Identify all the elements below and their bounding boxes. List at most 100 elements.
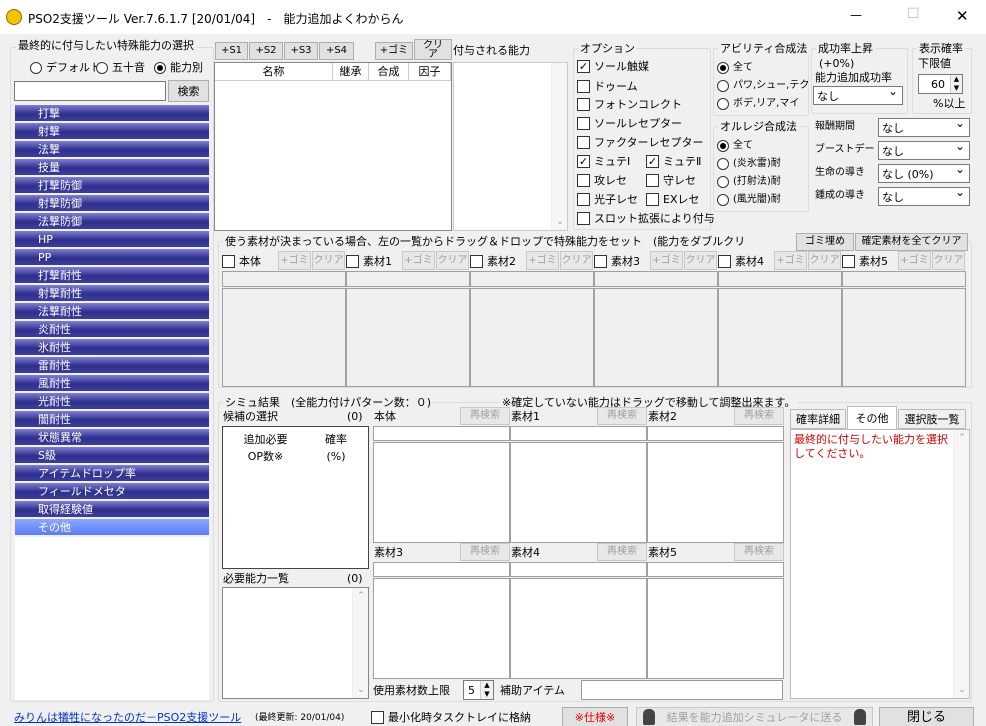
ability-item[interactable]: 氷耐性 bbox=[15, 339, 209, 356]
required-list[interactable]: ⌃ ⌄ bbox=[222, 587, 369, 699]
ability-item[interactable]: 雷耐性 bbox=[15, 357, 209, 374]
material-slot-area[interactable] bbox=[222, 288, 346, 387]
ability-item[interactable]: 法撃 bbox=[15, 141, 209, 158]
granted-ability-list[interactable]: ⌄ bbox=[453, 62, 568, 231]
detail-tab[interactable]: 選択肢一覧 bbox=[898, 409, 966, 429]
sort-ability-radio[interactable]: 能力別 bbox=[154, 61, 203, 74]
synth-radio[interactable]: (風光闇)耐 bbox=[717, 193, 781, 206]
material-slot-area[interactable] bbox=[594, 288, 718, 387]
material-gomi-button[interactable]: +ゴミ bbox=[774, 251, 807, 270]
ability-item[interactable]: 法撃防御 bbox=[15, 213, 209, 230]
option-checkbox[interactable]: スロット拡張により付与 bbox=[577, 212, 715, 225]
ability-item[interactable]: フィールドメセタ bbox=[15, 483, 209, 500]
minimize-button[interactable]: — bbox=[850, 8, 862, 22]
material-slot-checkbox[interactable]: 素材1 bbox=[346, 255, 392, 268]
sort-default-radio[interactable]: デフォルト bbox=[30, 61, 101, 74]
synth-radio[interactable]: パワ,シュー,テク bbox=[717, 79, 809, 92]
material-slot-checkbox[interactable]: 素材2 bbox=[470, 255, 516, 268]
ability-item[interactable]: 風耐性 bbox=[15, 375, 209, 392]
material-slot-area[interactable] bbox=[346, 288, 470, 387]
send-to-simulator-button[interactable]: 結果を能力追加シミュレータに送る bbox=[636, 707, 873, 726]
sim-panel-area[interactable] bbox=[373, 442, 510, 543]
slot-s2-button[interactable]: +S2 bbox=[249, 42, 283, 60]
detail-scrollbar[interactable]: ⌃ ⌄ bbox=[953, 430, 969, 698]
ability-item[interactable]: HP bbox=[15, 231, 209, 248]
ability-item[interactable]: PP bbox=[15, 249, 209, 266]
ability-item[interactable]: アイテムドロップ率 bbox=[15, 465, 209, 482]
add-gomi-button[interactable]: +ゴミ bbox=[375, 42, 413, 60]
ability-item[interactable]: 状態異常 bbox=[15, 429, 209, 446]
detail-tab[interactable]: その他 bbox=[847, 406, 897, 430]
ability-item[interactable]: 光耐性 bbox=[15, 393, 209, 410]
spinner-arrows-icon[interactable]: ▲ ▼ bbox=[480, 681, 493, 699]
maximize-button[interactable]: ☐ bbox=[907, 6, 920, 22]
ability-item[interactable]: 射撃 bbox=[15, 123, 209, 140]
boost-select[interactable]: なし bbox=[878, 139, 970, 160]
assist-item-field[interactable] bbox=[581, 680, 783, 700]
sim-panel-area[interactable] bbox=[510, 442, 647, 543]
option-checkbox[interactable]: ファクターレセプター bbox=[577, 136, 704, 149]
research-button[interactable]: 再検索 bbox=[460, 543, 510, 561]
material-gomi-button[interactable]: +ゴミ bbox=[402, 251, 435, 270]
fill-gomi-button[interactable]: ゴミ埋め bbox=[796, 233, 854, 251]
research-button[interactable]: 再検索 bbox=[597, 407, 647, 425]
display-rate-spinner[interactable]: 60 ▲ ▼ bbox=[918, 74, 963, 94]
material-slot-checkbox[interactable]: 素材4 bbox=[718, 255, 764, 268]
ability-item[interactable]: 打撃防御 bbox=[15, 177, 209, 194]
ability-item[interactable]: S級 bbox=[15, 447, 209, 464]
material-gomi-button[interactable]: +ゴミ bbox=[650, 251, 683, 270]
clear-all-materials-button[interactable]: 確定素材を全てクリア bbox=[855, 233, 968, 251]
boost-select[interactable]: なし bbox=[878, 185, 970, 206]
material-slot-checkbox[interactable]: 素材5 bbox=[842, 255, 888, 268]
close-window-button[interactable]: 閉じる bbox=[879, 707, 974, 726]
slot-s1-button[interactable]: +S1 bbox=[215, 42, 248, 60]
footer-link[interactable]: みりんは犠牲になったのだ－PSO2支援ツール bbox=[14, 711, 241, 724]
synth-radio[interactable]: ボデ,リア,マイ bbox=[717, 97, 799, 110]
max-materials-spinner[interactable]: 5 ▲ ▼ bbox=[463, 680, 494, 700]
result-table[interactable]: 名称 継承 合成 因子 bbox=[214, 62, 452, 231]
ability-item[interactable]: 打撃 bbox=[15, 105, 209, 122]
material-gomi-button[interactable]: +ゴミ bbox=[526, 251, 559, 270]
material-gomi-button[interactable]: +ゴミ bbox=[898, 251, 931, 270]
ability-item[interactable]: 取得経験値 bbox=[15, 501, 209, 518]
research-button[interactable]: 再検索 bbox=[597, 543, 647, 561]
sim-panel-area[interactable] bbox=[647, 442, 784, 543]
option-checkbox[interactable]: 攻レセ bbox=[577, 174, 627, 187]
sim-panel-area[interactable] bbox=[510, 578, 647, 679]
success-bonus-select[interactable]: なし bbox=[813, 84, 903, 105]
close-button[interactable]: ✕ bbox=[956, 7, 969, 25]
clear-button[interactable]: クリア bbox=[414, 39, 452, 60]
sim-panel-area[interactable] bbox=[647, 578, 784, 679]
material-slot-checkbox[interactable]: 本体 bbox=[222, 255, 261, 268]
synth-radio[interactable]: 全て bbox=[717, 139, 753, 152]
synth-radio[interactable]: (打射法)耐 bbox=[717, 175, 781, 188]
synth-radio[interactable]: 全て bbox=[717, 61, 753, 74]
ability-item[interactable]: 闇耐性 bbox=[15, 411, 209, 428]
slot-s3-button[interactable]: +S3 bbox=[284, 42, 318, 60]
ability-item[interactable]: 射撃耐性 bbox=[15, 285, 209, 302]
max-materials-value[interactable]: 5 bbox=[468, 684, 475, 697]
option-checkbox[interactable]: 守レセ bbox=[646, 174, 696, 187]
ability-item[interactable]: 技量 bbox=[15, 159, 209, 176]
spinner-arrows-icon[interactable]: ▲ ▼ bbox=[950, 75, 962, 93]
spec-button[interactable]: ※仕様※ bbox=[562, 707, 628, 726]
required-scrollbar[interactable]: ⌃ ⌄ bbox=[352, 588, 368, 698]
option-checkbox[interactable]: ソールレセプター bbox=[577, 117, 682, 130]
candidates-list[interactable]: 追加必要 OP数※ 確率 (%) bbox=[222, 426, 369, 569]
option-checkbox[interactable]: 光子レセ bbox=[577, 193, 638, 206]
material-gomi-button[interactable]: +ゴミ bbox=[278, 251, 311, 270]
option-checkbox[interactable]: ドゥーム bbox=[577, 80, 638, 93]
option-checkbox[interactable]: ✓ ソール触媒 bbox=[577, 60, 649, 73]
display-rate-value[interactable]: 60 bbox=[931, 78, 945, 91]
option-checkbox[interactable]: フォトンコレクト bbox=[577, 98, 682, 111]
option-checkbox[interactable]: ✓ ミュテⅠ bbox=[577, 155, 630, 168]
ability-item[interactable]: その他 bbox=[15, 519, 209, 536]
ability-item[interactable]: 射撃防御 bbox=[15, 195, 209, 212]
detail-tab[interactable]: 確率詳細 bbox=[790, 409, 846, 429]
material-slot-area[interactable] bbox=[842, 288, 966, 387]
sort-gojuon-radio[interactable]: 五十音 bbox=[96, 61, 145, 74]
material-slot-checkbox[interactable]: 素材3 bbox=[594, 255, 640, 268]
material-clear-button[interactable]: クリア bbox=[808, 251, 841, 270]
material-slot-area[interactable] bbox=[470, 288, 594, 387]
sim-panel-area[interactable] bbox=[373, 578, 510, 679]
